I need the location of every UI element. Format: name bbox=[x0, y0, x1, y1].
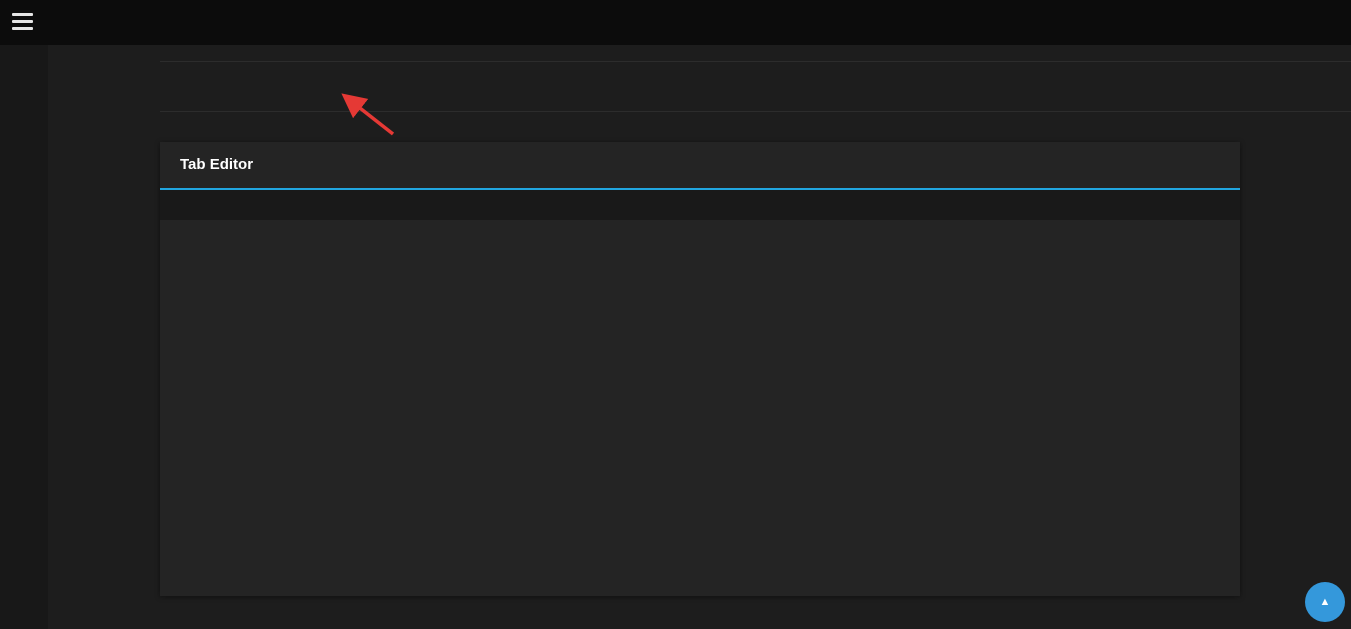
hamburger-menu-icon[interactable] bbox=[12, 13, 34, 32]
divider bbox=[160, 111, 1351, 112]
panel-title: Tab Editor bbox=[180, 156, 253, 173]
panel-header: Tab Editor bbox=[160, 142, 1240, 188]
app-sidebar bbox=[0, 45, 48, 629]
organizr-settings-page: Tab Editor ▲ bbox=[0, 0, 1351, 629]
tab-editor-panel: Tab Editor bbox=[160, 142, 1240, 596]
settings-top-tabbar bbox=[0, 0, 1351, 45]
red-arrow-annotation bbox=[333, 92, 405, 142]
divider bbox=[160, 61, 1351, 62]
scroll-to-top-button[interactable]: ▲ bbox=[1305, 582, 1345, 622]
table-header bbox=[160, 188, 1240, 220]
